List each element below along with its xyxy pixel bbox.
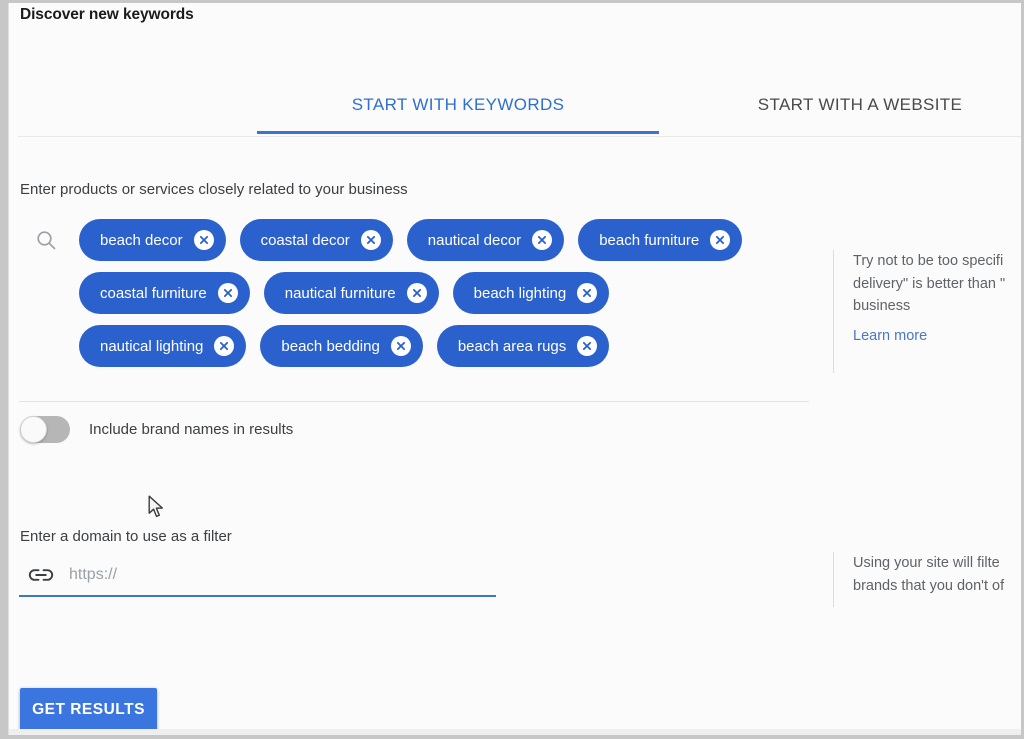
keyword-chip[interactable]: nautical furniture (264, 272, 439, 314)
keyword-chip[interactable]: beach lighting (453, 272, 610, 314)
toggle-knob (20, 416, 47, 443)
close-circle-icon[interactable] (361, 230, 381, 250)
close-circle-icon[interactable] (194, 230, 214, 250)
include-brand-names-row[interactable]: Include brand names in results (20, 416, 293, 443)
close-circle-icon[interactable] (577, 336, 597, 356)
section-divider (19, 401, 809, 402)
domain-helper-panel: Using your site will filte brands that y… (833, 552, 1024, 607)
keyword-chip-list: beach decor coastal decor nautical decor be… (79, 219, 809, 378)
keywords-field-label: Enter products or services closely relat… (20, 181, 408, 198)
keyword-chip[interactable]: nautical decor (407, 219, 564, 261)
get-results-button[interactable]: GET RESULTS (20, 688, 157, 732)
keyword-chip[interactable]: nautical lighting (79, 325, 246, 367)
close-circle-icon[interactable] (532, 230, 552, 250)
keyword-chip-label: coastal decor (261, 232, 350, 249)
keyword-chip-row: nautical lighting beach bedding beach area… (79, 325, 809, 367)
keyword-chip-label: coastal furniture (100, 285, 207, 302)
page-title: Discover new keywords (20, 6, 194, 24)
domain-field-label: Enter a domain to use as a filter (20, 528, 232, 545)
keyword-chip[interactable]: coastal decor (240, 219, 393, 261)
close-circle-icon[interactable] (218, 283, 238, 303)
close-circle-icon[interactable] (710, 230, 730, 250)
keyword-chip-label: beach lighting (474, 285, 567, 302)
keyword-chip[interactable]: beach bedding (260, 325, 422, 367)
learn-more-link[interactable]: Learn more (853, 328, 1024, 344)
keyword-chip-label: nautical decor (428, 232, 521, 249)
domain-input-underline (19, 595, 496, 597)
keyword-chip-row: coastal furniture nautical furniture beach… (79, 272, 809, 314)
keyword-chip-label: beach area rugs (458, 338, 566, 355)
keyword-chip[interactable]: beach decor (79, 219, 226, 261)
close-circle-icon[interactable] (214, 336, 234, 356)
keyword-chip[interactable]: beach area rugs (437, 325, 609, 367)
tab-start-with-a-website[interactable]: START WITH A WEBSITE (659, 75, 1024, 135)
link-icon (28, 564, 54, 586)
keyword-chip-label: beach furniture (599, 232, 699, 249)
tab-bar-divider (18, 136, 1021, 137)
keyword-chip-label: nautical lighting (100, 338, 203, 355)
tab-bar: START WITH KEYWORDS START WITH A WEBSITE (9, 75, 1021, 137)
mouse-cursor (148, 495, 165, 519)
close-circle-icon[interactable] (407, 283, 427, 303)
active-tab-indicator (257, 131, 659, 134)
keyword-chip[interactable]: beach furniture (578, 219, 742, 261)
panel-content: Discover new keywords START WITH KEYWORD… (8, 3, 1021, 735)
keyword-chip-row: beach decor coastal decor nautical decor be… (79, 219, 809, 261)
search-icon (34, 228, 58, 252)
keywords-helper-text: Try not to be too specifi delivery" is b… (853, 250, 1024, 318)
keywords-helper-panel: Try not to be too specifi delivery" is b… (833, 250, 1024, 373)
browser-window: Discover new keywords START WITH KEYWORD… (0, 0, 1024, 739)
domain-helper-text: Using your site will filte brands that y… (853, 552, 1024, 597)
keyword-chip[interactable]: coastal furniture (79, 272, 250, 314)
panel-bottom-strip (9, 729, 1022, 735)
domain-input[interactable] (69, 561, 494, 589)
keyword-chip-label: beach bedding (281, 338, 379, 355)
close-circle-icon[interactable] (391, 336, 411, 356)
tab-start-with-keywords[interactable]: START WITH KEYWORDS (257, 75, 659, 135)
keyword-chip-label: nautical furniture (285, 285, 396, 302)
close-circle-icon[interactable] (577, 283, 597, 303)
include-brand-names-toggle[interactable] (20, 416, 70, 443)
include-brand-names-label: Include brand names in results (89, 421, 293, 438)
keyword-chip-label: beach decor (100, 232, 183, 249)
